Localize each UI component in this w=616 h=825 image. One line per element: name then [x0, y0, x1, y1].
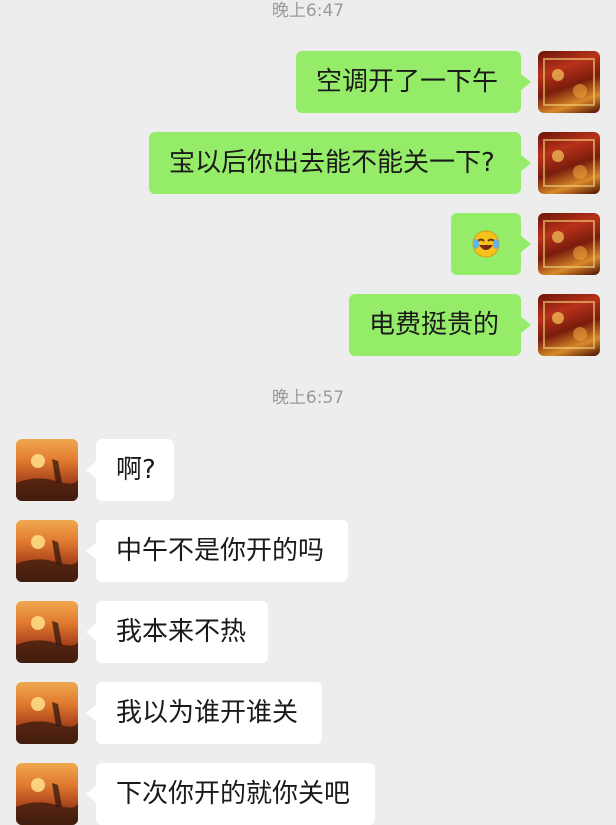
message-text: 下次你开的就你关吧 — [116, 779, 351, 809]
message-text: 空调开了一下午 — [316, 67, 499, 97]
received-message-bubble[interactable]: 我本来不热 — [86, 601, 268, 663]
message-text: 我本来不热 — [116, 617, 247, 647]
sent-message-bubble[interactable]: 空调开了一下午 — [296, 51, 531, 113]
message-text: 电费挺贵的 — [369, 310, 500, 340]
laughing-crying-emoji-icon — [472, 230, 500, 258]
my-avatar[interactable] — [538, 213, 600, 275]
my-avatar[interactable] — [538, 132, 600, 194]
avatar-image-icon — [543, 58, 595, 106]
sent-message-bubble[interactable]: 宝以后你出去能不能关一下? — [149, 132, 531, 194]
sunset-avatar-icon — [16, 616, 78, 663]
contact-avatar[interactable] — [16, 763, 78, 825]
contact-avatar[interactable] — [16, 682, 78, 744]
message-text: 宝以后你出去能不能关一下? — [169, 148, 495, 178]
contact-avatar[interactable] — [16, 520, 78, 582]
timestamp: 晚上6:57 — [271, 388, 345, 408]
sent-message-bubble[interactable]: 电费挺贵的 — [349, 294, 531, 356]
received-message-bubble[interactable]: 下次你开的就你关吧 — [86, 763, 375, 825]
my-avatar[interactable] — [538, 294, 600, 356]
sent-message-bubble[interactable] — [451, 213, 531, 275]
avatar-image-icon — [543, 220, 595, 268]
sunset-avatar-icon — [16, 535, 78, 582]
avatar-image-icon — [543, 301, 595, 349]
timestamp: 晚上6:47 — [271, 1, 345, 21]
message-text: 我以为谁开谁关 — [116, 698, 299, 728]
sunset-avatar-icon — [16, 454, 78, 501]
received-message-bubble[interactable]: 中午不是你开的吗 — [86, 520, 348, 582]
message-text: 中午不是你开的吗 — [116, 536, 325, 566]
my-avatar[interactable] — [538, 51, 600, 113]
received-message-bubble[interactable]: 我以为谁开谁关 — [86, 682, 322, 744]
sunset-avatar-icon — [16, 778, 78, 825]
message-text: 啊? — [116, 455, 156, 485]
received-message-bubble[interactable]: 啊? — [86, 439, 174, 501]
sunset-avatar-icon — [16, 697, 78, 744]
contact-avatar[interactable] — [16, 439, 78, 501]
avatar-image-icon — [543, 139, 595, 187]
contact-avatar[interactable] — [16, 601, 78, 663]
